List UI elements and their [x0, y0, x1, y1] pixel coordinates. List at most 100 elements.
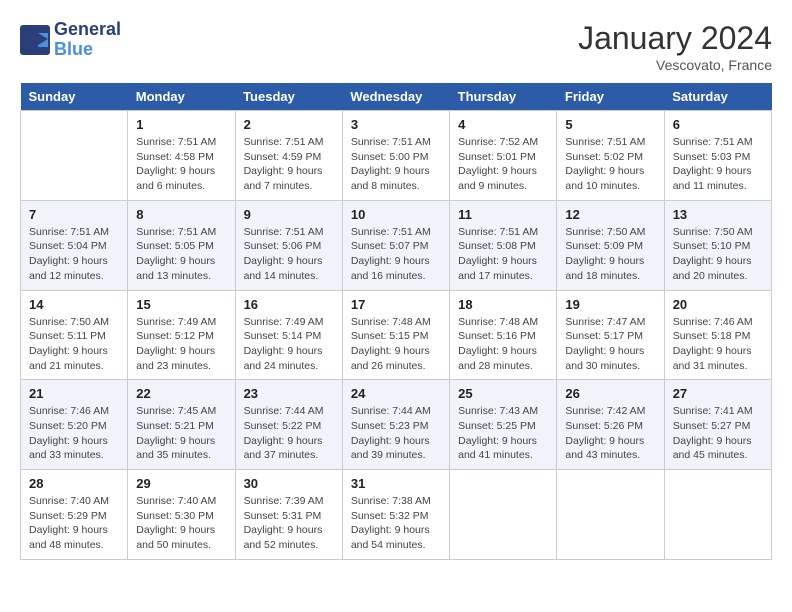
- day-number: 31: [351, 476, 441, 491]
- day-info: Sunrise: 7:45 AMSunset: 5:21 PMDaylight:…: [136, 404, 226, 463]
- weekday-header: Wednesday: [342, 83, 449, 111]
- day-number: 4: [458, 117, 548, 132]
- day-info: Sunrise: 7:50 AMSunset: 5:11 PMDaylight:…: [29, 315, 119, 374]
- calendar-day-cell: [557, 470, 664, 560]
- calendar-week-row: 14 Sunrise: 7:50 AMSunset: 5:11 PMDayligh…: [21, 290, 772, 380]
- calendar-table: SundayMondayTuesdayWednesdayThursdayFrid…: [20, 83, 772, 560]
- day-number: 8: [136, 207, 226, 222]
- weekday-header-row: SundayMondayTuesdayWednesdayThursdayFrid…: [21, 83, 772, 111]
- calendar-day-cell: 24Sunrise: 7:44 AMSunset: 5:23 PMDayligh…: [342, 380, 449, 470]
- calendar-day-cell: 29 Sunrise: 7:40 AMSunset: 5:30 PMDayligh…: [128, 470, 235, 560]
- day-info: Sunrise: 7:40 AMSunset: 5:30 PMDaylight:…: [136, 494, 226, 553]
- calendar-day-cell: 1 Sunrise: 7:51 AMSunset: 4:58 PMDaylight…: [128, 111, 235, 201]
- day-info: Sunrise: 7:51 AMSunset: 5:07 PMDaylight:…: [351, 225, 441, 284]
- day-number: 14: [29, 297, 119, 312]
- day-number: 10: [351, 207, 441, 222]
- day-number: 3: [351, 117, 441, 132]
- calendar-day-cell: 22 Sunrise: 7:45 AMSunset: 5:21 PMDayligh…: [128, 380, 235, 470]
- day-info: Sunrise: 7:51 AMSunset: 5:03 PMDaylight:…: [673, 135, 763, 194]
- calendar-day-cell: 6 Sunrise: 7:51 AMSunset: 5:03 PMDaylight…: [664, 111, 771, 201]
- day-info: Sunrise: 7:48 AMSunset: 5:16 PMDaylight:…: [458, 315, 548, 374]
- day-info: Sunrise: 7:51 AMSunset: 4:59 PMDaylight:…: [244, 135, 334, 194]
- calendar-day-cell: 16Sunrise: 7:49 AMSunset: 5:14 PMDayligh…: [235, 290, 342, 380]
- day-info: Sunrise: 7:40 AMSunset: 5:29 PMDaylight:…: [29, 494, 119, 553]
- calendar-header: SundayMondayTuesdayWednesdayThursdayFrid…: [21, 83, 772, 111]
- day-number: 7: [29, 207, 119, 222]
- day-number: 18: [458, 297, 548, 312]
- weekday-header: Monday: [128, 83, 235, 111]
- day-number: 25: [458, 386, 548, 401]
- day-info: Sunrise: 7:51 AMSunset: 5:05 PMDaylight:…: [136, 225, 226, 284]
- day-number: 28: [29, 476, 119, 491]
- day-number: 23: [244, 386, 334, 401]
- calendar-day-cell: 10 Sunrise: 7:51 AMSunset: 5:07 PMDayligh…: [342, 200, 449, 290]
- calendar-day-cell: 26 Sunrise: 7:42 AMSunset: 5:26 PMDayligh…: [557, 380, 664, 470]
- calendar-day-cell: 30 Sunrise: 7:39 AMSunset: 5:31 PMDayligh…: [235, 470, 342, 560]
- day-number: 26: [565, 386, 655, 401]
- day-info: Sunrise: 7:51 AMSunset: 4:58 PMDaylight:…: [136, 135, 226, 194]
- calendar-day-cell: 28 Sunrise: 7:40 AMSunset: 5:29 PMDayligh…: [21, 470, 128, 560]
- calendar-day-cell: 15 Sunrise: 7:49 AMSunset: 5:12 PMDayligh…: [128, 290, 235, 380]
- day-info: Sunrise: 7:49 AMSunset: 5:12 PMDaylight:…: [136, 315, 226, 374]
- calendar-week-row: 7Sunrise: 7:51 AMSunset: 5:04 PMDaylight…: [21, 200, 772, 290]
- day-number: 24: [351, 386, 441, 401]
- weekday-header: Sunday: [21, 83, 128, 111]
- calendar-day-cell: 13 Sunrise: 7:50 AMSunset: 5:10 PMDayligh…: [664, 200, 771, 290]
- day-number: 11: [458, 207, 548, 222]
- calendar-day-cell: 18 Sunrise: 7:48 AMSunset: 5:16 PMDayligh…: [450, 290, 557, 380]
- calendar-week-row: 21Sunrise: 7:46 AMSunset: 5:20 PMDayligh…: [21, 380, 772, 470]
- calendar-day-cell: 21Sunrise: 7:46 AMSunset: 5:20 PMDayligh…: [21, 380, 128, 470]
- logo-icon: [20, 25, 50, 55]
- calendar-week-row: 1 Sunrise: 7:51 AMSunset: 4:58 PMDaylight…: [21, 111, 772, 201]
- calendar-day-cell: 4Sunrise: 7:52 AMSunset: 5:01 PMDaylight…: [450, 111, 557, 201]
- calendar-day-cell: 9Sunrise: 7:51 AMSunset: 5:06 PMDaylight…: [235, 200, 342, 290]
- calendar-week-row: 28 Sunrise: 7:40 AMSunset: 5:29 PMDayligh…: [21, 470, 772, 560]
- day-info: Sunrise: 7:50 AMSunset: 5:09 PMDaylight:…: [565, 225, 655, 284]
- logo: General Blue: [20, 20, 121, 60]
- location: Vescovato, France: [578, 57, 772, 73]
- day-number: 5: [565, 117, 655, 132]
- calendar-day-cell: [450, 470, 557, 560]
- calendar-day-cell: 25Sunrise: 7:43 AMSunset: 5:25 PMDayligh…: [450, 380, 557, 470]
- day-info: Sunrise: 7:44 AMSunset: 5:22 PMDaylight:…: [244, 404, 334, 463]
- day-info: Sunrise: 7:48 AMSunset: 5:15 PMDaylight:…: [351, 315, 441, 374]
- day-number: 9: [244, 207, 334, 222]
- day-info: Sunrise: 7:41 AMSunset: 5:27 PMDaylight:…: [673, 404, 763, 463]
- day-number: 15: [136, 297, 226, 312]
- calendar-day-cell: 5 Sunrise: 7:51 AMSunset: 5:02 PMDaylight…: [557, 111, 664, 201]
- calendar-day-cell: 17Sunrise: 7:48 AMSunset: 5:15 PMDayligh…: [342, 290, 449, 380]
- weekday-header: Tuesday: [235, 83, 342, 111]
- day-number: 29: [136, 476, 226, 491]
- day-number: 30: [244, 476, 334, 491]
- day-number: 13: [673, 207, 763, 222]
- calendar-day-cell: 8 Sunrise: 7:51 AMSunset: 5:05 PMDaylight…: [128, 200, 235, 290]
- day-info: Sunrise: 7:49 AMSunset: 5:14 PMDaylight:…: [244, 315, 334, 374]
- day-info: Sunrise: 7:42 AMSunset: 5:26 PMDaylight:…: [565, 404, 655, 463]
- calendar-day-cell: 12 Sunrise: 7:50 AMSunset: 5:09 PMDayligh…: [557, 200, 664, 290]
- month-title: January 2024: [578, 20, 772, 57]
- calendar-day-cell: 7Sunrise: 7:51 AMSunset: 5:04 PMDaylight…: [21, 200, 128, 290]
- day-info: Sunrise: 7:39 AMSunset: 5:31 PMDaylight:…: [244, 494, 334, 553]
- day-info: Sunrise: 7:51 AMSunset: 5:08 PMDaylight:…: [458, 225, 548, 284]
- day-number: 27: [673, 386, 763, 401]
- day-number: 12: [565, 207, 655, 222]
- day-number: 2: [244, 117, 334, 132]
- day-number: 6: [673, 117, 763, 132]
- logo-text: General Blue: [54, 20, 121, 60]
- day-number: 19: [565, 297, 655, 312]
- day-info: Sunrise: 7:50 AMSunset: 5:10 PMDaylight:…: [673, 225, 763, 284]
- day-info: Sunrise: 7:47 AMSunset: 5:17 PMDaylight:…: [565, 315, 655, 374]
- calendar-day-cell: 20Sunrise: 7:46 AMSunset: 5:18 PMDayligh…: [664, 290, 771, 380]
- day-info: Sunrise: 7:51 AMSunset: 5:02 PMDaylight:…: [565, 135, 655, 194]
- day-number: 22: [136, 386, 226, 401]
- day-info: Sunrise: 7:38 AMSunset: 5:32 PMDaylight:…: [351, 494, 441, 553]
- day-number: 1: [136, 117, 226, 132]
- weekday-header: Thursday: [450, 83, 557, 111]
- day-info: Sunrise: 7:46 AMSunset: 5:20 PMDaylight:…: [29, 404, 119, 463]
- page-header: General Blue January 2024 Vescovato, Fra…: [20, 20, 772, 73]
- day-info: Sunrise: 7:51 AMSunset: 5:00 PMDaylight:…: [351, 135, 441, 194]
- weekday-header: Friday: [557, 83, 664, 111]
- calendar-day-cell: 11 Sunrise: 7:51 AMSunset: 5:08 PMDayligh…: [450, 200, 557, 290]
- calendar-day-cell: 2 Sunrise: 7:51 AMSunset: 4:59 PMDaylight…: [235, 111, 342, 201]
- calendar-day-cell: 14 Sunrise: 7:50 AMSunset: 5:11 PMDayligh…: [21, 290, 128, 380]
